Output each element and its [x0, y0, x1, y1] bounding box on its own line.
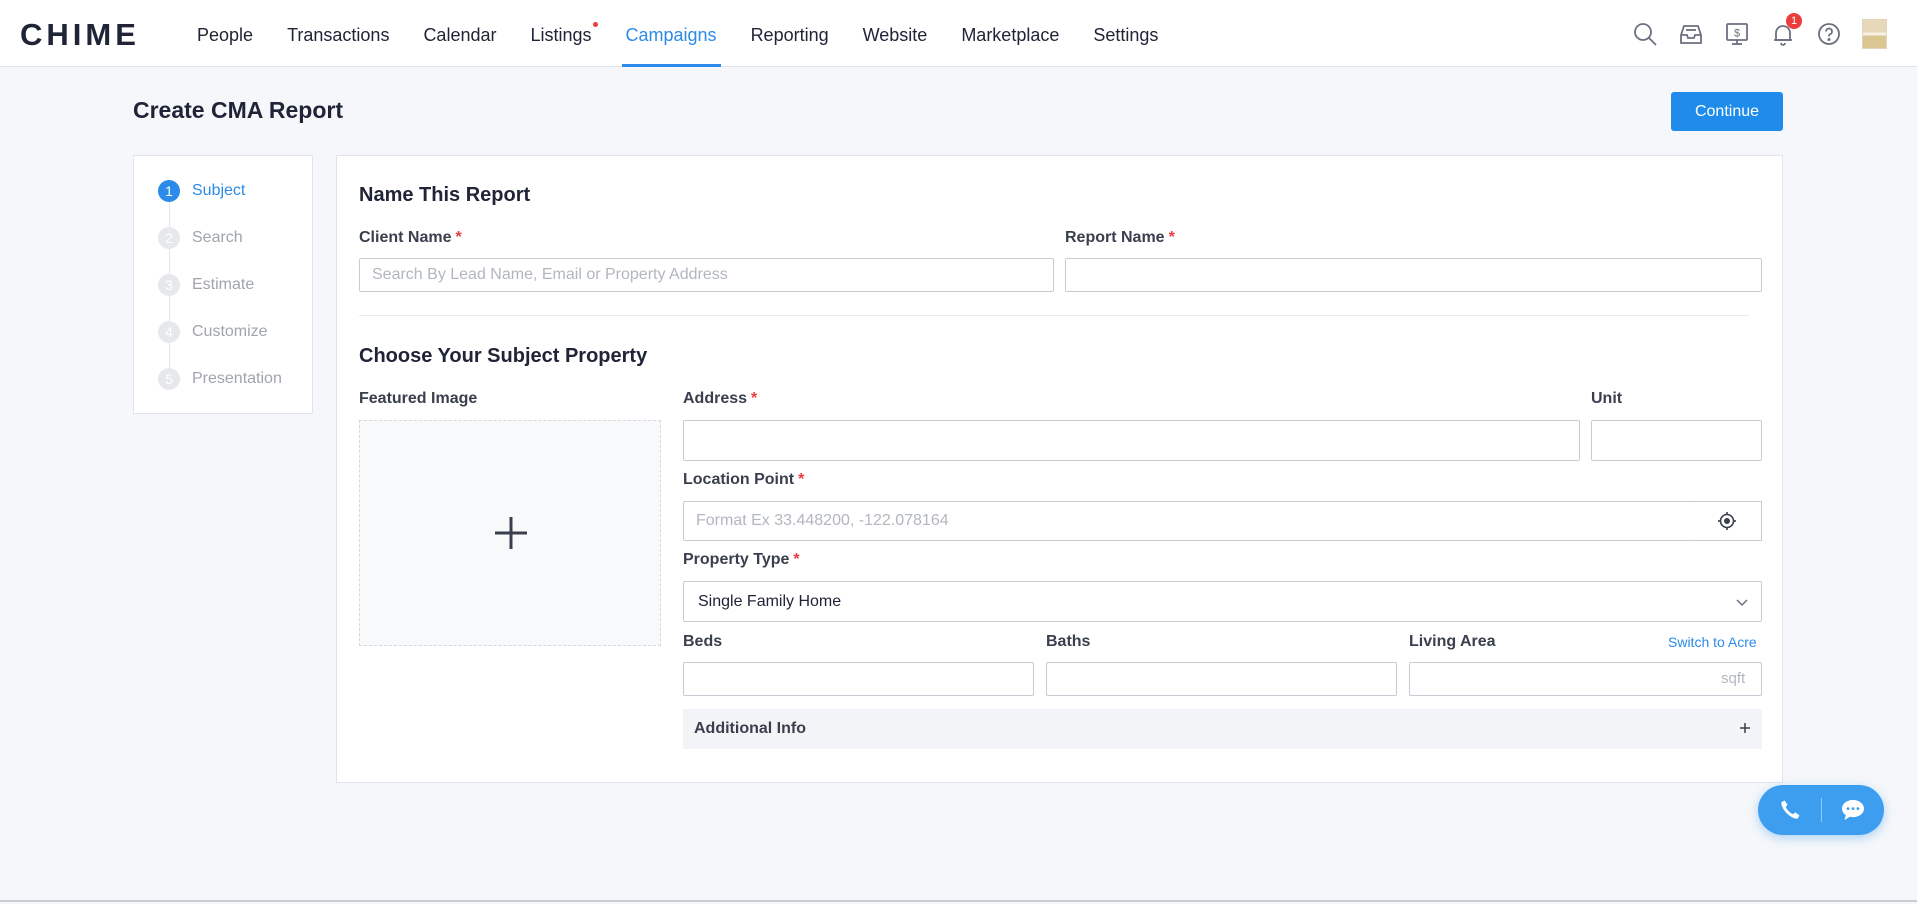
chime-logo[interactable]: CHIME	[20, 17, 140, 53]
beds-input[interactable]	[683, 662, 1034, 696]
location-point-input[interactable]	[683, 501, 1693, 541]
section-divider	[359, 315, 1749, 316]
living-area-label: Living Area	[1409, 633, 1496, 650]
client-name-label: Client Name *	[359, 229, 462, 246]
property-section-title: Choose Your Subject Property	[359, 345, 648, 367]
report-name-input[interactable]	[1065, 258, 1762, 292]
step-number: 5	[158, 368, 180, 390]
nav-icons: $ 1	[1632, 0, 1887, 67]
living-area-input[interactable]	[1409, 662, 1762, 696]
additional-info-label: Additional Info	[694, 720, 806, 737]
nav-listings[interactable]: Listings	[513, 0, 608, 67]
nav-marketplace[interactable]: Marketplace	[944, 0, 1076, 67]
locate-icon	[1717, 512, 1736, 530]
search-icon[interactable]	[1632, 21, 1658, 47]
featured-image-upload[interactable]	[359, 420, 661, 646]
nav-calendar[interactable]: Calendar	[406, 0, 513, 67]
continue-button[interactable]: Continue	[1671, 92, 1783, 131]
step-number: 3	[158, 274, 180, 296]
plus-icon	[1740, 723, 1750, 733]
nav-campaigns[interactable]: Campaigns	[609, 0, 734, 67]
step-label: Search	[192, 229, 243, 246]
property-type-value: Single Family Home	[698, 593, 842, 610]
nav-listings-label: Listings	[530, 25, 592, 45]
step-label: Presentation	[192, 370, 282, 387]
notification-badge: 1	[1786, 12, 1802, 29]
property-type-select[interactable]: Single Family Home	[683, 581, 1762, 622]
unit-input[interactable]	[1591, 420, 1762, 461]
step-sidebar: 1 Subject 2 Search 3 Estimate 4 Customiz…	[133, 155, 313, 414]
address-label: Address *	[683, 390, 758, 407]
report-name-label: Report Name *	[1065, 229, 1175, 246]
step-presentation[interactable]: 5 Presentation	[158, 367, 282, 391]
report-form-card: Name This Report Client Name* Report Nam…	[336, 155, 1783, 783]
step-search[interactable]: 2 Search	[158, 226, 243, 250]
name-section-title: Name This Report	[359, 184, 531, 206]
chat-icon[interactable]	[1840, 798, 1866, 822]
step-subject[interactable]: 1 Subject	[158, 179, 245, 203]
main-nav: People Transactions Calendar Listings Ca…	[180, 0, 1175, 67]
chevron-down-icon	[1736, 599, 1748, 607]
avatar[interactable]	[1862, 18, 1887, 49]
step-customize[interactable]: 4 Customize	[158, 320, 268, 344]
property-type-label: Property Type *	[683, 551, 800, 568]
step-estimate[interactable]: 3 Estimate	[158, 273, 254, 297]
help-icon[interactable]	[1816, 21, 1842, 47]
address-input[interactable]	[683, 420, 1580, 461]
featured-image-label: Featured Image	[359, 390, 478, 407]
locate-button[interactable]	[1692, 501, 1762, 541]
nav-transactions[interactable]: Transactions	[270, 0, 406, 67]
nav-reporting[interactable]: Reporting	[734, 0, 846, 67]
page-title: Create CMA Report	[133, 97, 344, 123]
step-label: Subject	[192, 182, 246, 199]
step-number: 4	[158, 321, 180, 343]
step-number: 2	[158, 227, 180, 249]
bottom-border	[0, 900, 1917, 902]
living-area-unit: sqft	[1721, 670, 1746, 687]
unit-label: Unit	[1591, 390, 1623, 407]
client-name-input[interactable]	[359, 258, 1054, 292]
step-number: 1	[158, 180, 180, 202]
dollar-screen-icon[interactable]: $	[1724, 21, 1750, 47]
nav-people[interactable]: People	[180, 0, 270, 67]
svg-text:$: $	[1734, 27, 1740, 39]
nav-settings[interactable]: Settings	[1076, 0, 1175, 67]
step-label: Customize	[192, 323, 268, 340]
beds-label: Beds	[683, 633, 723, 650]
bell-icon[interactable]: 1	[1770, 12, 1802, 47]
top-nav: CHIME People Transactions Calendar Listi…	[0, 0, 1917, 67]
additional-info-toggle[interactable]: Additional Info	[683, 709, 1762, 749]
switch-to-acre-link[interactable]: Switch to Acre	[1668, 634, 1757, 650]
listings-new-dot	[592, 22, 598, 27]
location-point-label: Location Point *	[683, 471, 805, 488]
inbox-icon[interactable]	[1678, 21, 1704, 47]
plus-icon	[495, 517, 527, 549]
contact-widget	[1758, 785, 1884, 835]
widget-divider	[1821, 798, 1822, 822]
step-label: Estimate	[192, 276, 255, 293]
nav-website[interactable]: Website	[846, 0, 945, 67]
baths-input[interactable]	[1046, 662, 1397, 696]
phone-icon[interactable]	[1778, 798, 1802, 822]
baths-label: Baths	[1046, 633, 1091, 650]
